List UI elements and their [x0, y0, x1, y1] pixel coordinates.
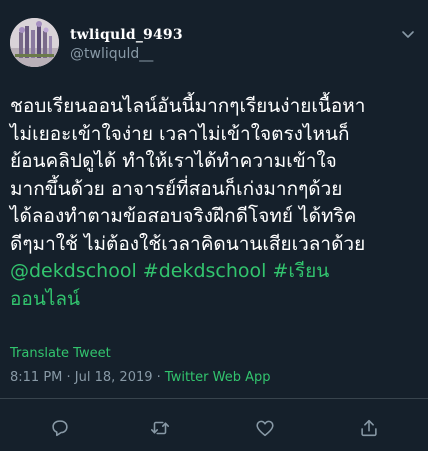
avatar-flowers-icon [10, 18, 59, 67]
meta-separator: · [62, 370, 75, 385]
tweet-date[interactable]: Jul 18, 2019 [75, 370, 153, 385]
hashtag-link[interactable]: ออนไลน์ [10, 286, 422, 314]
hashtag-link[interactable]: @dekdschool #dekdschool #เรียน [10, 258, 422, 286]
tweet-actions [0, 410, 428, 446]
reply-icon[interactable] [48, 416, 72, 440]
tweet-text-line: ดีๆมาใช้ ไม่ต้องใช้เวลาคิดนานเสียเวลาด้ว… [10, 232, 366, 255]
avatar[interactable] [10, 18, 59, 67]
tweet-meta: 8:11 PM · Jul 18, 2019 · Twitter Web App [10, 370, 271, 385]
retweet-icon[interactable] [148, 416, 172, 440]
tweet-time[interactable]: 8:11 PM [10, 370, 62, 385]
tweet-card: twliquld_9493 @twliquld__ ชอบเรียนออนไลน… [0, 0, 428, 451]
chevron-down-icon[interactable] [400, 26, 416, 42]
heart-icon[interactable] [253, 416, 277, 440]
tweet-text-line: ไม่เยอะเข้าใจง่าย เวลาไม่เข้าใจตรงไหนก็ [10, 122, 350, 145]
translate-tweet-link[interactable]: Translate Tweet [10, 346, 111, 361]
divider [0, 398, 428, 399]
tweet-text-line: ได้ลองทำตามข้อสอบจริงฝึกดีโจทย์ ได้ทริค [10, 205, 357, 227]
meta-separator: · [152, 370, 165, 385]
share-icon[interactable] [357, 416, 381, 440]
tweet-source-link[interactable]: Twitter Web App [165, 370, 271, 385]
user-handle[interactable]: @twliquld__ [70, 46, 153, 62]
tweet-text: ชอบเรียนออนไลน์อันนี้มากๆเรียนง่ายเนื้อห… [10, 93, 422, 313]
tweet-text-line: ชอบเรียนออนไลน์อันนี้มากๆเรียนง่ายเนื้อห… [10, 95, 366, 117]
tweet-text-line: ย้อนคลิปดูได้ ทำให้เราได้ทำความเข้าใจ [10, 150, 337, 172]
tweet-text-line: มากขึ้นด้วย อาจารย์ที่สอนก็เก่งมากๆด้วย [10, 177, 343, 200]
display-name[interactable]: twliquld_9493 [70, 27, 183, 43]
